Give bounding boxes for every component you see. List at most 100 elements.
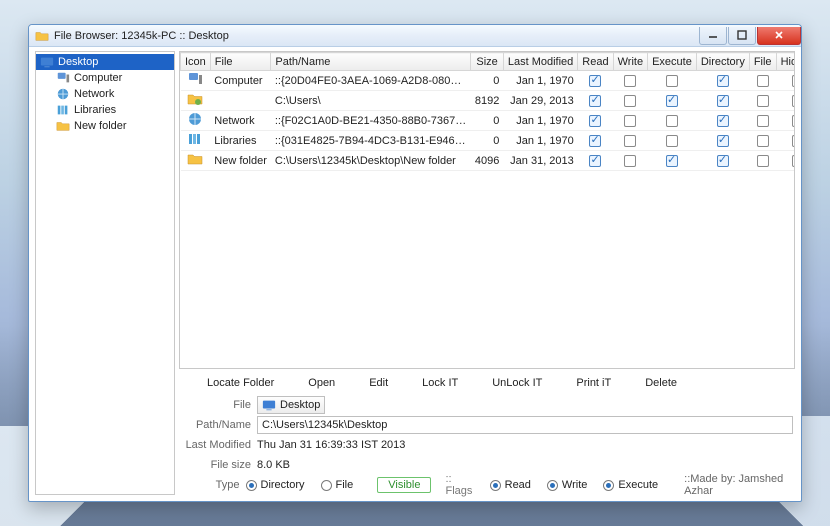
col-filecol[interactable]: File xyxy=(749,53,776,71)
checkbox-icon[interactable] xyxy=(792,115,795,127)
visible-button[interactable]: Visible xyxy=(377,477,431,493)
checkbox-icon[interactable] xyxy=(624,115,636,127)
modified-label: Last Modified xyxy=(181,439,251,451)
checkbox-icon[interactable] xyxy=(717,155,729,167)
cell-file: Libraries xyxy=(210,131,271,151)
checkbox-icon[interactable] xyxy=(792,75,795,87)
checkbox-icon[interactable] xyxy=(589,155,601,167)
folder-icon xyxy=(56,119,70,133)
table-header-row[interactable]: Icon File Path/Name Size Last Modified R… xyxy=(181,53,796,71)
checkbox-icon[interactable] xyxy=(717,115,729,127)
file-label: File xyxy=(181,399,251,411)
file-list[interactable]: Icon File Path/Name Size Last Modified R… xyxy=(179,51,795,369)
cell-execute xyxy=(648,71,697,91)
cell-filecol xyxy=(749,131,776,151)
checkbox-icon[interactable] xyxy=(624,75,636,87)
checkbox-icon[interactable] xyxy=(757,135,769,147)
checkbox-icon[interactable] xyxy=(666,155,678,167)
table-row[interactable]: New folderC:\Users\12345k\Desktop\New fo… xyxy=(181,151,796,171)
table-row[interactable]: Libraries::{031E4825-7B94-4DC3-B131-E946… xyxy=(181,131,796,151)
tree-item-computer[interactable]: Computer xyxy=(52,70,174,86)
checkbox-icon[interactable] xyxy=(666,75,678,87)
tree-item-network[interactable]: Network xyxy=(52,86,174,102)
checkbox-icon[interactable] xyxy=(757,155,769,167)
tree-children: Computer Network Libraries New folder xyxy=(36,70,174,134)
minimize-button[interactable] xyxy=(699,27,727,45)
checkbox-icon[interactable] xyxy=(589,135,601,147)
close-button[interactable] xyxy=(757,27,801,45)
flag-execute-radio[interactable]: Execute xyxy=(603,479,658,491)
cell-filecol xyxy=(749,71,776,91)
cell-icon xyxy=(181,131,211,151)
col-path[interactable]: Path/Name xyxy=(271,53,471,71)
desktop-icon xyxy=(40,55,54,69)
checkbox-icon[interactable] xyxy=(666,95,678,107)
cell-file: New folder xyxy=(210,151,271,171)
flag-write-radio[interactable]: Write xyxy=(547,479,587,491)
open-button[interactable]: Open xyxy=(308,377,335,389)
checkbox-icon[interactable] xyxy=(589,95,601,107)
checkbox-icon[interactable] xyxy=(717,135,729,147)
computer-icon xyxy=(187,71,203,87)
maximize-button[interactable] xyxy=(728,27,756,45)
checkbox-icon[interactable] xyxy=(624,95,636,107)
cell-execute xyxy=(648,91,697,111)
titlebar[interactable]: File Browser: 12345k-PC :: Desktop xyxy=(29,25,801,47)
col-execute[interactable]: Execute xyxy=(648,53,697,71)
tree-label: Libraries xyxy=(74,104,116,116)
tree-item-libraries[interactable]: Libraries xyxy=(52,102,174,118)
type-directory-radio[interactable]: Directory xyxy=(246,479,305,491)
col-write[interactable]: Write xyxy=(613,53,647,71)
edit-button[interactable]: Edit xyxy=(369,377,388,389)
col-size[interactable]: Size xyxy=(471,53,503,71)
table-row[interactable]: Network::{F02C1A0D-BE21-4350-88B0-7367FC… xyxy=(181,111,796,131)
folder-tree[interactable]: Desktop Computer Network Libraries New xyxy=(35,51,175,495)
cell-read xyxy=(578,131,613,151)
checkbox-icon[interactable] xyxy=(666,135,678,147)
cell-hidden xyxy=(776,91,795,111)
lock-button[interactable]: Lock IT xyxy=(422,377,458,389)
tree-label: Network xyxy=(74,88,114,100)
cell-directory xyxy=(696,71,749,91)
table-row[interactable]: C:\Users\8192Jan 29, 2013 xyxy=(181,91,796,111)
checkbox-icon[interactable] xyxy=(589,75,601,87)
checkbox-icon[interactable] xyxy=(757,75,769,87)
checkbox-icon[interactable] xyxy=(589,115,601,127)
client-area: Desktop Computer Network Libraries New xyxy=(29,47,801,501)
checkbox-icon[interactable] xyxy=(757,115,769,127)
file-chip[interactable]: Desktop xyxy=(257,396,325,414)
col-read[interactable]: Read xyxy=(578,53,613,71)
col-modified[interactable]: Last Modified xyxy=(503,53,577,71)
cell-icon xyxy=(181,111,211,131)
unlock-button[interactable]: UnLock IT xyxy=(492,377,542,389)
checkbox-icon[interactable] xyxy=(792,95,795,107)
checkbox-icon[interactable] xyxy=(792,155,795,167)
cell-hidden xyxy=(776,131,795,151)
tree-root-desktop[interactable]: Desktop xyxy=(36,54,174,70)
cell-execute xyxy=(648,151,697,171)
checkbox-icon[interactable] xyxy=(792,135,795,147)
table-row[interactable]: Computer::{20D04FE0-3AEA-1069-A2D8-08002… xyxy=(181,71,796,91)
delete-button[interactable]: Delete xyxy=(645,377,677,389)
details-panel: Locate Folder Open Edit Lock IT UnLock I… xyxy=(179,373,795,495)
checkbox-icon[interactable] xyxy=(717,95,729,107)
checkbox-icon[interactable] xyxy=(757,95,769,107)
checkbox-icon[interactable] xyxy=(666,115,678,127)
checkbox-icon[interactable] xyxy=(624,155,636,167)
path-input[interactable] xyxy=(257,416,793,434)
cell-modified: Jan 1, 1970 xyxy=(503,131,577,151)
locate-folder-button[interactable]: Locate Folder xyxy=(207,377,274,389)
cell-modified: Jan 29, 2013 xyxy=(503,91,577,111)
checkbox-icon[interactable] xyxy=(717,75,729,87)
checkbox-icon[interactable] xyxy=(624,135,636,147)
col-directory[interactable]: Directory xyxy=(696,53,749,71)
tree-item-newfolder[interactable]: New folder xyxy=(52,118,174,134)
type-file-radio[interactable]: File xyxy=(321,479,354,491)
col-icon[interactable]: Icon xyxy=(181,53,211,71)
col-file[interactable]: File xyxy=(210,53,271,71)
col-hidden[interactable]: Hidden xyxy=(776,53,795,71)
flag-read-radio[interactable]: Read xyxy=(490,479,531,491)
cell-path: ::{20D04FE0-3AEA-1069-A2D8-08002B3030... xyxy=(271,71,471,91)
print-button[interactable]: Print iT xyxy=(576,377,611,389)
cell-read xyxy=(578,91,613,111)
